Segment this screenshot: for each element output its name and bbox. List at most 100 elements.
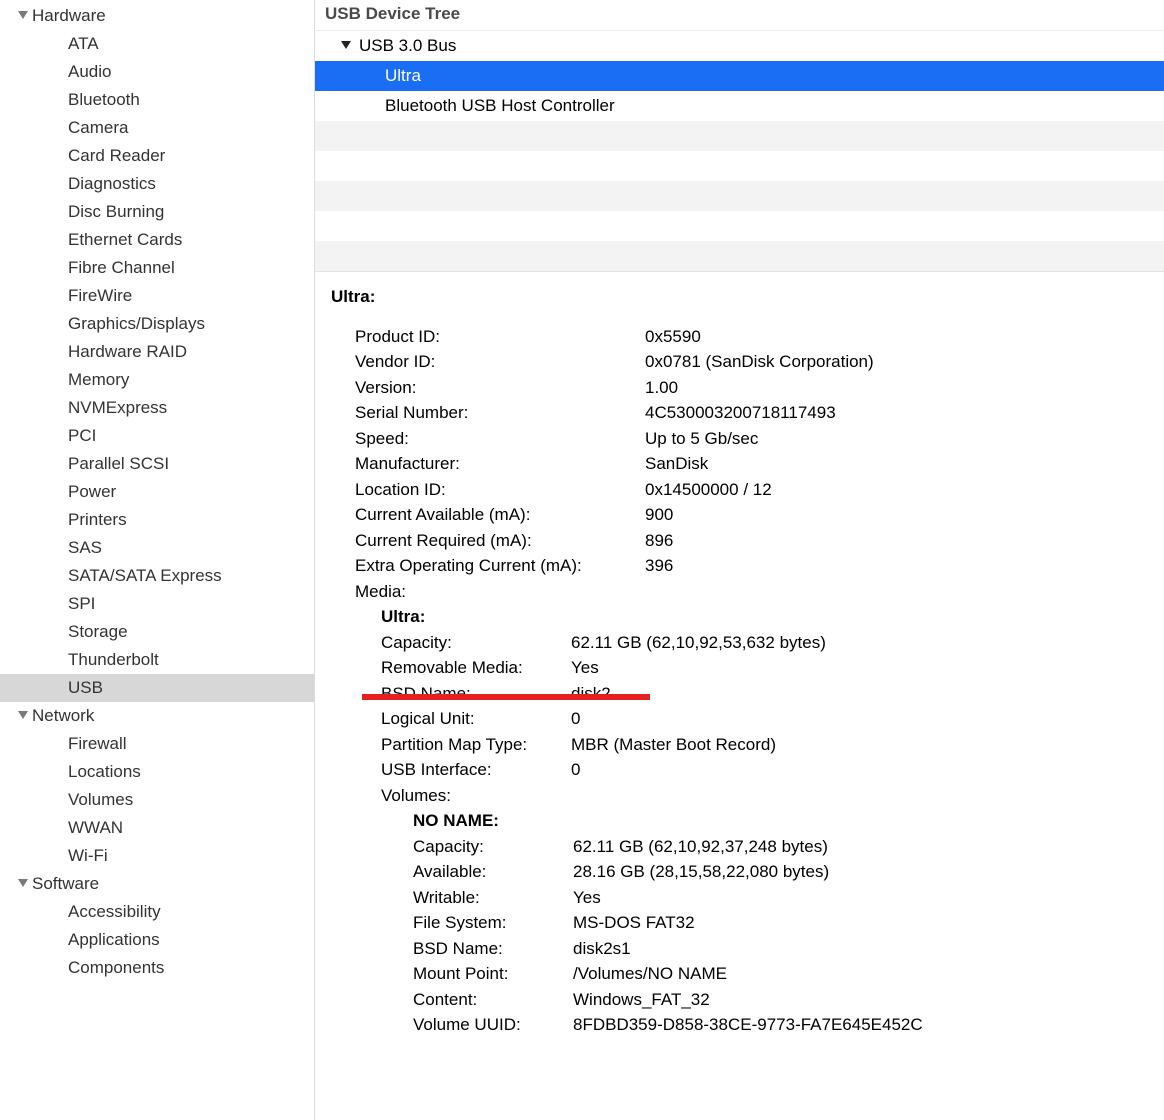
sidebar-section-hardware[interactable]: Hardware (0, 2, 314, 30)
sidebar-item-usb[interactable]: USB (0, 674, 314, 702)
volume-row: Content:Windows_FAT_32 (331, 987, 1154, 1013)
highlight-annotation (362, 694, 650, 700)
detail-value: 0 (571, 706, 1154, 732)
detail-key: Manufacturer: (355, 451, 645, 477)
detail-key: Product ID: (355, 324, 645, 350)
detail-value: 0x14500000 / 12 (645, 477, 1154, 503)
tree-blank-row (315, 151, 1164, 181)
detail-value: Up to 5 Gb/sec (645, 426, 1154, 452)
sidebar-item-ethernet-cards[interactable]: Ethernet Cards (0, 226, 314, 254)
sidebar-item-pci[interactable]: PCI (0, 422, 314, 450)
detail-value: Yes (573, 885, 1154, 911)
sidebar-item-diagnostics[interactable]: Diagnostics (0, 170, 314, 198)
detail-key: Current Available (mA): (355, 502, 645, 528)
sidebar-item-parallel-scsi[interactable]: Parallel SCSI (0, 450, 314, 478)
sidebar-item-audio[interactable]: Audio (0, 58, 314, 86)
sidebar-item-graphics-displays[interactable]: Graphics/Displays (0, 310, 314, 338)
sidebar-section-label: Software (32, 874, 99, 894)
detail-row: Vendor ID:0x0781 (SanDisk Corporation) (331, 349, 1154, 375)
media-row: Partition Map Type:MBR (Master Boot Reco… (331, 732, 1154, 758)
detail-value: 4C530003200718117493 (645, 400, 1154, 426)
sidebar-item-storage[interactable]: Storage (0, 618, 314, 646)
media-label: Media: (331, 579, 1154, 605)
tree-device-row[interactable]: Bluetooth USB Host Controller (315, 91, 1164, 121)
detail-key: Location ID: (355, 477, 645, 503)
sidebar-item-fibre-channel[interactable]: Fibre Channel (0, 254, 314, 282)
detail-key: Speed: (355, 426, 645, 452)
detail-key: Serial Number: (355, 400, 645, 426)
volume-row: Available:28.16 GB (28,15,58,22,080 byte… (331, 859, 1154, 885)
tree-device-row[interactable]: Ultra (315, 61, 1164, 91)
disclosure-triangle-icon[interactable] (18, 11, 28, 19)
detail-key: Removable Media: (381, 655, 571, 681)
disclosure-triangle-icon[interactable] (18, 879, 28, 887)
sidebar-item-ata[interactable]: ATA (0, 30, 314, 58)
sidebar[interactable]: HardwareATAAudioBluetoothCameraCard Read… (0, 0, 315, 1120)
detail-key: Extra Operating Current (mA): (355, 553, 645, 579)
sidebar-section-network[interactable]: Network (0, 702, 314, 730)
sidebar-item-accessibility[interactable]: Accessibility (0, 898, 314, 926)
volume-row: BSD Name:disk2s1 (331, 936, 1154, 962)
details-pane: Ultra: Product ID:0x5590Vendor ID:0x0781 … (315, 272, 1164, 1120)
detail-value: Windows_FAT_32 (573, 987, 1154, 1013)
sidebar-item-camera[interactable]: Camera (0, 114, 314, 142)
detail-row: Current Available (mA):900 (331, 502, 1154, 528)
detail-key: Current Required (mA): (355, 528, 645, 554)
sidebar-item-bluetooth[interactable]: Bluetooth (0, 86, 314, 114)
sidebar-item-power[interactable]: Power (0, 478, 314, 506)
detail-row: Location ID:0x14500000 / 12 (331, 477, 1154, 503)
tree-blank-row (315, 241, 1164, 271)
detail-key: Capacity: (413, 834, 573, 860)
sidebar-item-disc-burning[interactable]: Disc Burning (0, 198, 314, 226)
sidebar-item-firewall[interactable]: Firewall (0, 730, 314, 758)
detail-row: Manufacturer:SanDisk (331, 451, 1154, 477)
detail-key: Partition Map Type: (381, 732, 571, 758)
sidebar-section-software[interactable]: Software (0, 870, 314, 898)
tree-bus-row[interactable]: USB 3.0 Bus (315, 31, 1164, 61)
detail-value: 0 (571, 757, 1154, 783)
disclosure-triangle-icon[interactable] (341, 41, 351, 49)
media-name: Ultra: (331, 604, 1154, 630)
detail-row: Speed:Up to 5 Gb/sec (331, 426, 1154, 452)
detail-key: USB Interface: (381, 757, 571, 783)
sidebar-item-volumes[interactable]: Volumes (0, 786, 314, 814)
detail-value: 896 (645, 528, 1154, 554)
detail-key: Capacity: (381, 630, 571, 656)
detail-value: MS-DOS FAT32 (573, 910, 1154, 936)
volume-row: Capacity:62.11 GB (62,10,92,37,248 bytes… (331, 834, 1154, 860)
sidebar-item-thunderbolt[interactable]: Thunderbolt (0, 646, 314, 674)
media-row: Removable Media:Yes (331, 655, 1154, 681)
sidebar-item-printers[interactable]: Printers (0, 506, 314, 534)
detail-key: Writable: (413, 885, 573, 911)
sidebar-item-sas[interactable]: SAS (0, 534, 314, 562)
sidebar-item-hardware-raid[interactable]: Hardware RAID (0, 338, 314, 366)
sidebar-item-nvmexpress[interactable]: NVMExpress (0, 394, 314, 422)
detail-value: 1.00 (645, 375, 1154, 401)
sidebar-item-card-reader[interactable]: Card Reader (0, 142, 314, 170)
sidebar-item-sata-sata-express[interactable]: SATA/SATA Express (0, 562, 314, 590)
detail-row: Version:1.00 (331, 375, 1154, 401)
detail-value: 8FDBD359-D858-38CE-9773-FA7E645E452C (573, 1012, 1154, 1038)
sidebar-item-memory[interactable]: Memory (0, 366, 314, 394)
disclosure-triangle-icon[interactable] (18, 711, 28, 719)
detail-key: File System: (413, 910, 573, 936)
volumes-label: Volumes: (331, 783, 1154, 809)
sidebar-item-wwan[interactable]: WWAN (0, 814, 314, 842)
detail-value: Yes (571, 655, 1154, 681)
detail-value: 0x5590 (645, 324, 1154, 350)
volume-row: Writable:Yes (331, 885, 1154, 911)
sidebar-item-wi-fi[interactable]: Wi-Fi (0, 842, 314, 870)
sidebar-section-label: Network (32, 706, 94, 726)
volume-row: File System:MS-DOS FAT32 (331, 910, 1154, 936)
device-tree[interactable]: USB 3.0 BusUltraBluetooth USB Host Contr… (315, 31, 1164, 272)
detail-value: /Volumes/NO NAME (573, 961, 1154, 987)
sidebar-item-spi[interactable]: SPI (0, 590, 314, 618)
detail-key: Volume UUID: (413, 1012, 573, 1038)
detail-key: Logical Unit: (381, 706, 571, 732)
sidebar-item-firewire[interactable]: FireWire (0, 282, 314, 310)
detail-row: Product ID:0x5590 (331, 324, 1154, 350)
tree-blank-row (315, 121, 1164, 151)
sidebar-item-applications[interactable]: Applications (0, 926, 314, 954)
sidebar-item-components[interactable]: Components (0, 954, 314, 982)
sidebar-item-locations[interactable]: Locations (0, 758, 314, 786)
